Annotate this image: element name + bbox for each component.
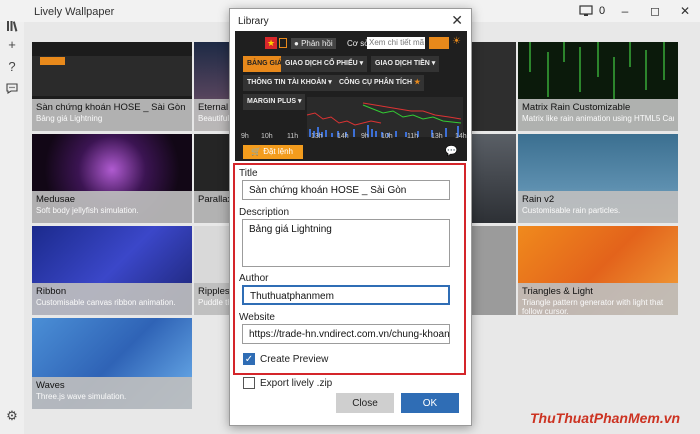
preview-toggle-icon — [429, 37, 449, 49]
wallpaper-tile-medusae[interactable]: Medusae Soft body jellyfish simulation. — [32, 134, 192, 223]
dialog-close-icon[interactable]: ✕ — [451, 12, 463, 29]
close-button[interactable]: Close — [336, 393, 394, 413]
wallpaper-tile-partial[interactable] — [472, 134, 516, 223]
minimize-icon[interactable]: – — [610, 0, 640, 22]
wallpaper-tile-hose[interactable]: Sàn chứng khoán HOSE _ Sài Gòn Bảng giá L… — [32, 42, 192, 131]
library-icon[interactable] — [4, 18, 20, 34]
wallpaper-tile-parallax[interactable]: Parallax.js — [194, 134, 234, 223]
app-title: Lively Wallpaper — [34, 6, 115, 18]
create-preview-label: Create Preview — [260, 354, 329, 365]
help-icon[interactable]: ? — [4, 58, 20, 74]
order-button: 🛒 Đặt lệnh — [243, 145, 303, 159]
monitor-count: 0 — [598, 5, 606, 17]
ok-button[interactable]: OK — [401, 393, 459, 413]
preview-search-box: Xem chi tiết mã — [367, 37, 425, 49]
preview-menu-item: GIAO DỊCH CỔ PHIẾU ▾ — [281, 56, 368, 72]
wallpaper-tile-eternal-light[interactable]: Eternal LiBeautiful s — [194, 42, 234, 131]
dialog-title: Library — [238, 16, 269, 27]
preview-tick-label: 11h — [407, 133, 419, 140]
preview-tick-label: 10h — [261, 133, 273, 140]
wallpaper-preview: ★ ● Phản hồi Cơ sở Xem chi tiết mã ☀ BẢN… — [235, 31, 467, 161]
wallpaper-tile-matrix-rain[interactable]: Matrix Rain Customizable Matrix like rain… — [518, 42, 678, 131]
maximize-icon[interactable]: ◻ — [640, 0, 670, 22]
create-preview-checkbox[interactable]: ✓ — [243, 353, 255, 365]
website-label: Website — [239, 312, 275, 323]
preview-menu-item: CÔNG CỤ PHÂN TÍCH ★ — [335, 75, 425, 91]
wallpaper-tile-rain-v2[interactable]: Rain v2 Customisable rain particles. — [518, 134, 678, 223]
wallpaper-tile-triangles-light[interactable]: Triangles & Light Triangle pattern genera… — [518, 226, 678, 315]
close-icon[interactable]: ✕ — [670, 0, 700, 22]
flag-icon: ★ — [265, 37, 277, 49]
add-icon[interactable]: + — [4, 36, 20, 52]
preview-tick-label: 14h — [455, 133, 467, 140]
preview-tick-label: 11h — [287, 133, 299, 140]
monitor-icon — [579, 5, 593, 16]
preview-tick-label: 13h — [311, 133, 323, 140]
watermark: ThuThuatPhanMem.vn — [530, 410, 681, 426]
export-zip-label: Export lively .zip — [260, 378, 333, 389]
preview-tick-label: 9h — [241, 133, 249, 140]
preview-tick-label: 14h — [337, 133, 349, 140]
settings-icon[interactable]: ⚙ — [4, 408, 20, 424]
preview-menu-item: GIAO DỊCH TIỀN ▾ — [371, 56, 440, 72]
matrix-rain-image — [529, 42, 665, 99]
sidebar: + ? ⚙ — [0, 21, 24, 434]
wallpaper-tile-partial[interactable] — [472, 226, 516, 315]
title-input[interactable]: Sàn chứng khoán HOSE _ Sài Gòn — [242, 180, 450, 200]
wallpaper-tile-waves[interactable]: Waves Three.js wave simulation. — [32, 318, 192, 409]
title-label: Title — [239, 168, 258, 179]
wallpaper-tile-partial[interactable] — [472, 42, 516, 131]
wallpaper-tile-ribbon[interactable]: Ribbon Customisable canvas ribbon animati… — [32, 226, 192, 315]
chat-bubble-icon: 💬 — [445, 146, 458, 157]
website-input[interactable]: https://trade-hn.vndirect.com.vn/chung-k… — [242, 324, 450, 344]
monitor-select-button[interactable]: 0 — [570, 1, 614, 21]
preview-tick-label: 10h — [381, 133, 393, 140]
sun-icon: ☀ — [452, 36, 461, 47]
preview-tick-label: 9h — [361, 133, 369, 140]
description-label: Description — [239, 207, 290, 218]
preview-menu-item: THÔNG TIN TÀI KHOẢN ▾ — [243, 75, 336, 91]
author-input[interactable]: Thuthuatphanmem — [242, 285, 450, 305]
preview-menu-item: BẢNG GIÁ — [243, 56, 286, 72]
feedback-button: ● Phản hồi — [291, 38, 336, 49]
preview-tick-label: 13h — [431, 133, 443, 140]
author-label: Author — [239, 273, 269, 284]
export-zip-checkbox[interactable] — [243, 377, 255, 389]
description-input[interactable]: Bảng giá Lightning — [242, 219, 450, 267]
chat-icon[interactable] — [4, 80, 20, 96]
wallpaper-tile-ripples[interactable]: RipplesPuddle tha — [194, 226, 234, 315]
